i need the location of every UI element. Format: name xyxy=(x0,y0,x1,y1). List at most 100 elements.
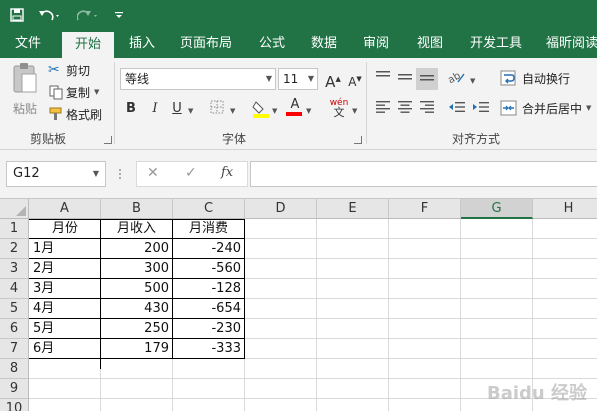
align-middle-button[interactable] xyxy=(396,70,414,88)
wrap-text-button[interactable]: 自动换行 xyxy=(500,68,570,88)
column-header-f[interactable]: F xyxy=(389,199,461,219)
alignment-group-label: 对齐方式 xyxy=(452,132,501,146)
borders-dropdown-icon[interactable]: ▼ xyxy=(230,107,235,115)
customize-qat-icon[interactable] xyxy=(112,4,126,26)
cell-a5[interactable]: 4月 xyxy=(30,299,100,319)
align-top-button[interactable] xyxy=(374,70,392,88)
insert-function-button[interactable]: fx xyxy=(221,165,233,180)
font-color-dropdown-icon[interactable]: ▼ xyxy=(306,107,311,115)
cancel-entry-button[interactable]: ✕ xyxy=(147,165,159,181)
tab-home[interactable]: 开始 xyxy=(62,32,114,58)
tab-view[interactable]: 视图 xyxy=(408,30,452,58)
cell-c5[interactable]: -654 xyxy=(173,299,244,319)
row-header-9[interactable]: 9 xyxy=(0,379,29,399)
cell-c6[interactable]: -230 xyxy=(173,319,244,339)
cell-b1[interactable]: 月收入 xyxy=(101,219,172,239)
align-bottom-button[interactable] xyxy=(416,68,438,90)
decrease-indent-button[interactable] xyxy=(448,100,466,118)
row-header-2[interactable]: 2 xyxy=(0,239,29,259)
align-center-button[interactable] xyxy=(396,100,414,118)
row-header-7[interactable]: 7 xyxy=(0,339,29,359)
tab-page-layout[interactable]: 页面布局 xyxy=(174,30,238,58)
align-left-button[interactable] xyxy=(374,100,392,118)
increase-indent-button[interactable] xyxy=(472,100,490,118)
tab-file[interactable]: 文件 xyxy=(6,30,50,58)
tab-review[interactable]: 审阅 xyxy=(354,30,398,58)
cell-c3[interactable]: -560 xyxy=(173,259,244,279)
phonetic-guide-button[interactable]: wén 文 xyxy=(328,98,350,118)
cell-a4[interactable]: 3月 xyxy=(30,279,100,299)
borders-button[interactable] xyxy=(208,100,226,118)
column-header-h[interactable]: H xyxy=(533,199,597,219)
font-name-select[interactable]: 等线 ▼ xyxy=(120,68,276,90)
cell-c4[interactable]: -128 xyxy=(173,279,244,299)
underline-button[interactable]: U xyxy=(168,100,186,118)
formula-bar-grip-icon[interactable] xyxy=(118,167,122,181)
orientation-button[interactable]: ab xyxy=(446,70,466,88)
column-header-e[interactable]: E xyxy=(317,199,389,219)
name-box[interactable]: G12 ▼ xyxy=(6,161,106,187)
clipboard-group-label: 剪贴板 xyxy=(30,132,67,146)
column-header-a[interactable]: A xyxy=(29,199,101,219)
column-header-g[interactable]: G xyxy=(461,199,533,219)
cell-c7[interactable]: -333 xyxy=(173,339,244,359)
formula-input[interactable] xyxy=(250,161,597,187)
tab-data[interactable]: 数据 xyxy=(302,30,346,58)
row-header-6[interactable]: 6 xyxy=(0,319,29,339)
italic-button[interactable]: I xyxy=(146,100,164,118)
cell-b3[interactable]: 300 xyxy=(101,259,172,279)
cell-a2[interactable]: 1月 xyxy=(30,239,100,259)
cell-b7[interactable]: 179 xyxy=(101,339,172,359)
row-header-4[interactable]: 4 xyxy=(0,279,29,299)
row-header-1[interactable]: 1 xyxy=(0,219,29,239)
column-header-b[interactable]: B xyxy=(101,199,173,219)
shrink-font-button[interactable]: A▼ xyxy=(346,70,364,89)
copy-button[interactable]: 复制 ▼ xyxy=(48,82,99,102)
cell-a3[interactable]: 2月 xyxy=(30,259,100,279)
cell-a1[interactable]: 月份 xyxy=(30,219,100,239)
paste-button[interactable]: 粘贴 xyxy=(8,62,42,124)
merge-center-button[interactable]: 合并后居中 ▼ xyxy=(500,98,591,118)
cut-button[interactable]: ✂ 剪切 xyxy=(48,60,90,80)
cell-a6[interactable]: 5月 xyxy=(30,319,100,339)
row-header-8[interactable]: 8 xyxy=(0,359,29,379)
tab-foxit-reader[interactable]: 福昕阅读 xyxy=(540,30,597,58)
cell-c2[interactable]: -240 xyxy=(173,239,244,259)
select-all-button[interactable] xyxy=(0,199,29,219)
align-right-button[interactable] xyxy=(418,100,436,118)
cell-c1[interactable]: 月消费 xyxy=(173,219,244,239)
tab-formulas[interactable]: 公式 xyxy=(250,30,294,58)
svg-text:ab: ab xyxy=(448,70,463,84)
font-size-select[interactable]: 11 ▼ xyxy=(278,68,318,90)
cell-b5[interactable]: 430 xyxy=(101,299,172,319)
phonetic-dropdown-icon[interactable]: ▼ xyxy=(352,107,357,115)
tab-insert[interactable]: 插入 xyxy=(120,30,164,58)
save-icon[interactable] xyxy=(6,4,28,26)
fill-color-dropdown-icon[interactable]: ▼ xyxy=(272,107,277,115)
font-color-swatch xyxy=(286,112,302,116)
orientation-dropdown-icon[interactable]: ▼ xyxy=(470,77,475,85)
column-header-d[interactable]: D xyxy=(245,199,317,219)
font-color-button[interactable]: A xyxy=(286,98,304,116)
cell-a7[interactable]: 6月 xyxy=(30,339,100,359)
row-header-10[interactable]: 10 xyxy=(0,399,29,411)
redo-icon[interactable] xyxy=(74,4,104,26)
column-header-c[interactable]: C xyxy=(173,199,245,219)
fill-color-button[interactable] xyxy=(252,98,270,118)
row-header-5[interactable]: 5 xyxy=(0,299,29,319)
tab-developer[interactable]: 开发工具 xyxy=(464,30,528,58)
row-header-3[interactable]: 3 xyxy=(0,259,29,279)
cell-b6[interactable]: 250 xyxy=(101,319,172,339)
grow-font-button[interactable]: A▲ xyxy=(324,70,342,91)
chevron-down-icon: ▼ xyxy=(586,104,592,112)
select-all-icon xyxy=(16,206,26,216)
cell-b2[interactable]: 200 xyxy=(101,239,172,259)
cell-b4[interactable]: 500 xyxy=(101,279,172,299)
undo-icon[interactable] xyxy=(34,4,64,26)
confirm-entry-button[interactable]: ✓ xyxy=(185,165,197,181)
format-painter-button[interactable]: 格式刷 xyxy=(48,104,102,124)
bold-button[interactable]: B xyxy=(122,100,140,118)
underline-dropdown-icon[interactable]: ▼ xyxy=(188,107,193,115)
font-launcher-icon[interactable] xyxy=(354,136,362,144)
clipboard-launcher-icon[interactable] xyxy=(104,136,112,144)
